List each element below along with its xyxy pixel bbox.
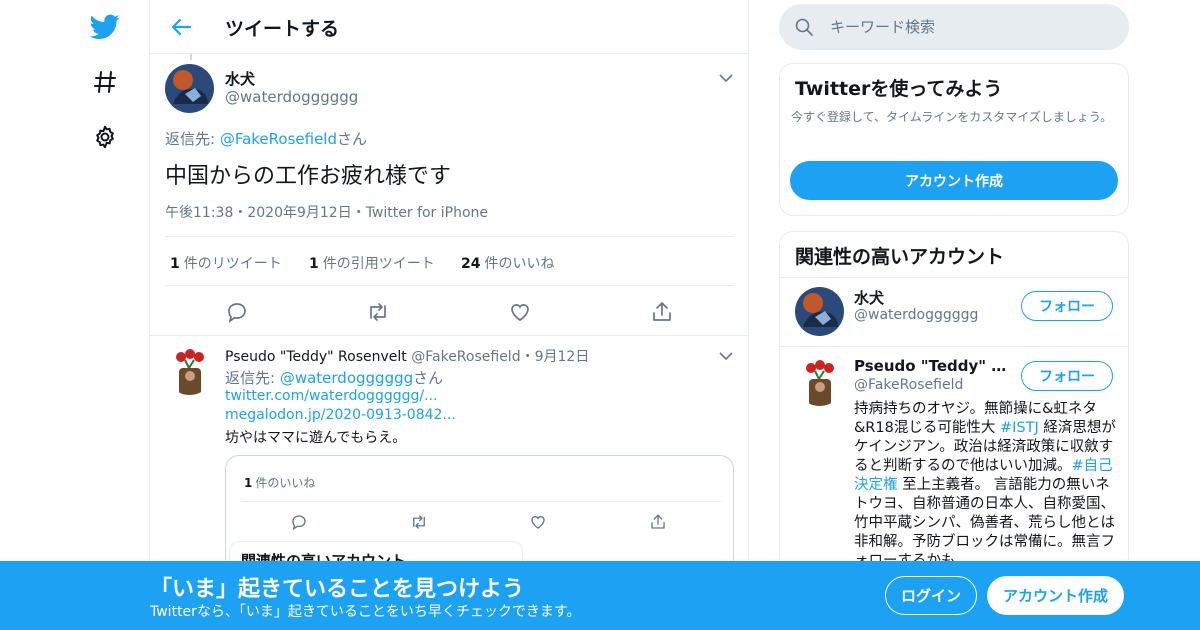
retweet-icon[interactable] [366,300,390,324]
signup-card-title: Twitterを使ってみよう [795,78,1003,100]
tweet-link[interactable]: twitter.com/waterdogggggg/... [225,388,437,404]
hashtag-link[interactable]: #ISTJ [1000,420,1039,436]
tweet-link[interactable]: megalodon.jp/2020-0913-0842... [225,407,456,423]
tweet-stats: 1 件のリツイート 1 件の引用ツイート 24 件のいいね [165,236,734,286]
page-title: ツイートする [225,18,340,40]
back-button[interactable] [168,14,194,40]
banner-title: 「いま」起きていることを見つけよう [150,577,525,602]
follow-button[interactable]: フォロー [1021,291,1113,321]
reply-text: 坊やはママに遊んでもらえ。 [225,430,407,446]
divider [242,501,721,502]
search-box[interactable] [779,4,1129,50]
chevron-down-icon[interactable] [718,70,734,84]
page-header: ツイートする [150,0,748,54]
avatar[interactable] [795,287,844,336]
back-arrow-icon [171,18,191,36]
tweet-author-handle[interactable]: @waterdogggggg [225,88,358,106]
chevron-down-icon[interactable] [718,348,734,362]
account-handle[interactable]: @FakeRosefield [854,377,963,393]
heart-icon[interactable] [508,300,532,324]
search-icon [795,18,813,36]
reply-author-handle[interactable]: @FakeRosefield [411,349,520,365]
twitter-logo-icon[interactable] [90,12,120,42]
embed-like-stat: 1 件のいいね [244,476,316,490]
divider [780,346,1128,347]
thread-line [190,54,192,60]
reply-suffix: さん [337,130,368,148]
share-icon[interactable] [650,300,674,324]
reply-context: 返信先: @FakeRosefieldさん [165,128,367,149]
left-nav [60,0,150,630]
reply-date[interactable]: ・9月12日 [521,349,590,365]
related-accounts-title: 関連性の高いアカウント [795,246,1005,268]
reply-icon[interactable] [225,300,249,324]
reply-to-link[interactable]: @FakeRosefield [220,130,337,148]
tweet-timestamp[interactable]: 午後11:38・2020年9月12日・Twitter for iPhone [165,202,488,222]
avatar[interactable] [165,346,214,395]
banner-subtitle: Twitterなら、「いま」起きていることをいち早くチェックできます。 [150,604,581,620]
account-name[interactable]: 水犬 [854,287,1014,308]
follow-button[interactable]: フォロー [1021,361,1113,391]
share-icon [649,513,667,531]
create-account-button[interactable]: アカウント作成 [790,161,1118,200]
reply-prefix: 返信先: [165,130,220,148]
quote-stat[interactable]: 1 件の引用ツイート [309,253,435,273]
divider [780,277,1128,278]
hashtag-icon[interactable] [90,67,120,97]
account-name[interactable]: Pseudo "Teddy" Rose... [854,357,1014,375]
like-stat[interactable]: 24 件のいいね [461,253,554,273]
signup-banner: 「いま」起きていることを見つけよう Twitterなら、「いま」起きていることを… [0,561,1200,630]
login-button[interactable]: ログイン [885,576,977,615]
account-bio: 持病持ちのオヤジ。無節操に&虹ネタ&R18混じる可能性大 #ISTJ 経済思想が… [854,401,1116,569]
reply-icon [290,513,308,531]
gear-icon[interactable] [90,122,120,152]
account-handle[interactable]: @waterdogggggg [854,307,978,323]
tweet-text: 中国からの工作お疲れ様です [165,164,452,189]
avatar[interactable] [165,64,214,113]
avatar[interactable] [795,357,844,406]
signup-card-description: 今すぐ登録して、タイムラインをカスタマイズしましょう。 [791,110,1113,124]
reply-author-name[interactable]: Pseudo "Teddy" Rosenvelt [225,349,407,365]
signup-card: Twitterを使ってみよう 今すぐ登録して、タイムラインをカスタマイズしましょ… [779,63,1129,216]
retweet-stat[interactable]: 1 件のリツイート [170,253,282,273]
search-input[interactable] [823,4,1113,50]
reply-to-link[interactable]: @waterdogggggg [280,369,413,387]
reply-context: 返信先: @waterdoggggggさん [225,369,444,387]
main-column: ツイートする 水犬 @waterdogggggg 返信先: @FakeRosef… [149,0,749,630]
retweet-icon [410,513,428,531]
heart-icon [529,513,547,531]
tweet-author-name[interactable]: 水犬 [225,68,255,89]
create-account-button[interactable]: アカウント作成 [987,576,1124,615]
tweet-actions [150,296,748,326]
reply-header: Pseudo "Teddy" Rosenvelt @FakeRosefield・… [225,346,589,366]
divider [150,335,748,336]
